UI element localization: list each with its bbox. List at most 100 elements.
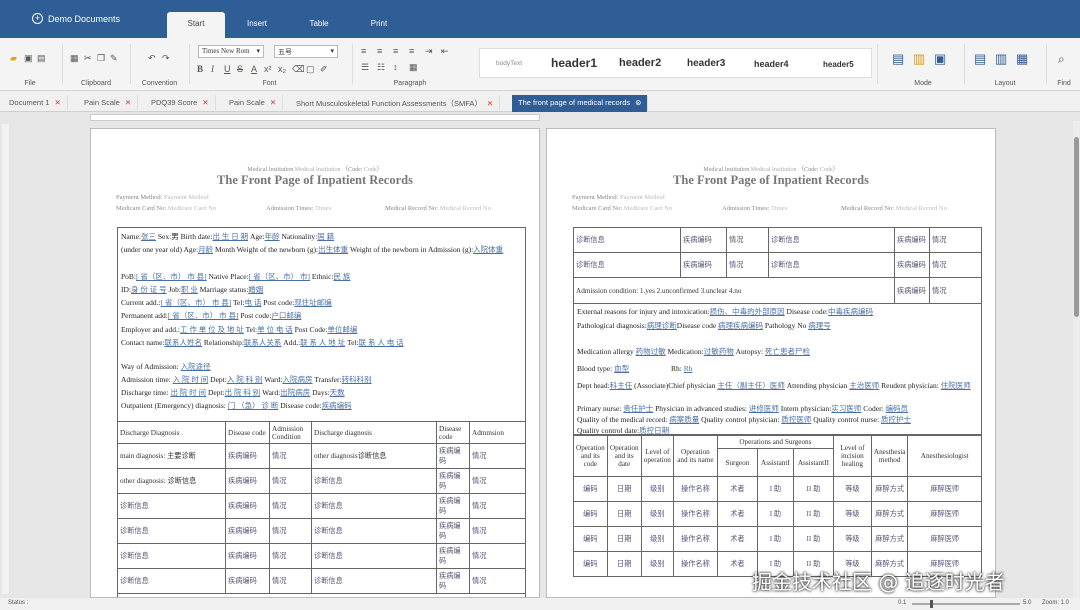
nationality-field[interactable]: 国 籍 [317,232,334,241]
doc-tab-pain-scale[interactable]: Pain Scale ✕ [78,95,139,112]
table-cell[interactable]: 诊断信息 [311,543,437,569]
table-cell[interactable]: 编码 [573,551,608,577]
pob-field[interactable]: [ 省（区、市） 市 县] [136,272,207,281]
underline-icon[interactable]: U [224,64,231,74]
table-cell[interactable]: II 助 [792,476,834,502]
zoom-slider-handle[interactable] [930,600,933,608]
table-cell[interactable]: 情况 [269,568,312,594]
native-field[interactable]: [ 省（区、市） 市] [249,272,310,281]
vertical-ruler[interactable] [2,124,9,594]
table-cell[interactable]: 疾病编码 [894,252,930,278]
ward-field[interactable]: 入院病房 [282,375,312,384]
italic-icon[interactable]: I [211,64,214,74]
table-cell[interactable]: 疾病编码 [436,493,470,519]
table-cell[interactable]: 疾病编码 [680,252,727,278]
table-cell[interactable]: 情况 [469,443,526,469]
table-cell[interactable]: 级别 [640,476,674,502]
external-reasons-field[interactable]: 损伤、中毒的外部原因 [710,307,785,316]
tab-print[interactable]: Print [350,12,408,38]
coder-field[interactable]: 编码员 [886,404,909,413]
table-cell[interactable]: II 助 [792,526,834,552]
resident-field[interactable]: 住院医师 [941,381,971,390]
table-cell[interactable]: 麻醉医师 [907,476,982,502]
table-cell[interactable]: 疾病编码 [436,568,470,594]
edit-mode-icon[interactable]: ▤ [892,51,904,67]
disease-code-field[interactable]: 中毒疾病编码 [828,307,873,316]
table-cell[interactable]: 诊断信息 [117,518,226,544]
rh-field[interactable]: Rh [684,364,693,373]
age-field[interactable]: 年龄 [265,232,280,241]
table-cell[interactable]: 诊断信息 [768,252,895,278]
table-cell[interactable]: 情况 [726,227,769,253]
table-cell[interactable]: 级别 [640,526,674,552]
relationship-field[interactable]: 联系人关系 [244,338,282,347]
align-left-icon[interactable]: ≡ [361,46,366,56]
table-cell[interactable]: 疾病编码 [680,227,727,253]
allergy-field[interactable]: 药物过敏 [636,347,666,356]
align-right-icon[interactable]: ≡ [393,46,398,56]
table-cell[interactable]: 级别 [640,501,674,527]
admission-time-field[interactable]: 入 院 时 间 [173,375,209,384]
table-cell[interactable]: I 助 [756,476,794,502]
table-cell[interactable]: 情况 [469,468,526,494]
table-cell[interactable]: 疾病编码 [436,543,470,569]
table-cell[interactable]: main diagnosis: 主要诊断 [117,443,226,469]
table-cell[interactable]: 术者 [716,476,758,502]
table-cell[interactable]: 疾病编码 [225,543,270,569]
table-cell[interactable]: 情况 [726,252,769,278]
doc-tab-pdq39[interactable]: PDQ39 Score ✕ [145,95,216,112]
table-cell[interactable]: 诊断信息 [311,468,437,494]
style-header2[interactable]: header2 [619,57,661,69]
intern-field[interactable]: 实习医师 [831,404,861,413]
superscript-icon[interactable]: x² [264,64,272,74]
medication-field[interactable]: 过敏药物 [704,347,734,356]
table-cell[interactable]: 情况 [469,543,526,569]
document-page-left[interactable]: Medical Institution Medical Institution … [90,128,540,598]
table-cell[interactable]: 麻醉医师 [907,501,982,527]
table-icon[interactable]: ▦ [409,62,418,73]
bold-icon[interactable]: B [197,64,203,74]
doc-tab-front-page[interactable]: The front page of medical records ⊗ [512,95,649,112]
single-page-icon[interactable]: ▤ [974,51,986,67]
style-bodytext[interactable]: bodyText [496,60,522,67]
table-cell[interactable]: 诊断信息 [311,568,437,594]
table-cell[interactable]: 日期 [606,526,642,552]
autopsy-field[interactable]: 死亡患者尸检 [765,347,810,356]
table-cell[interactable]: 术者 [716,501,758,527]
table-cell[interactable]: 情况 [929,227,982,253]
table-cell[interactable]: other diagnosis诊断信息 [311,443,437,469]
table-cell[interactable]: 诊断信息 [117,568,226,594]
table-cell[interactable]: 编码 [573,501,608,527]
table-cell[interactable]: 疾病编码 [225,568,270,594]
permanent-address-field[interactable]: [ 省（区、市） 市 县] [168,311,239,320]
table-cell[interactable]: 情况 [269,443,312,469]
search-icon[interactable]: ⌕ [1058,52,1065,67]
number-list-icon[interactable]: ☷ [377,62,385,73]
close-icon[interactable]: ✕ [54,98,60,107]
doc-tab-document1[interactable]: Document 1 ✕ [3,95,68,112]
document-page-right[interactable]: Medical Institution Medical Institution … [546,128,996,598]
table-cell[interactable]: 情况 [269,468,312,494]
tel-field[interactable]: 电 话 [245,298,262,307]
table-cell[interactable]: 诊断信息 [117,543,226,569]
table-cell[interactable]: 疾病编码 [436,518,470,544]
table-cell[interactable]: other diagnosis: 诊断信息 [117,468,226,494]
discharge-dept-field[interactable]: 出 院 科 别 [225,388,261,397]
horizontal-ruler[interactable] [90,114,540,121]
employer-tel-field[interactable]: 单 位 电 话 [257,325,293,334]
pathology-code-field[interactable]: 病理疾病编码 [718,321,763,330]
table-cell[interactable]: 诊断信息 [573,252,681,278]
table-cell[interactable]: 编码 [573,526,608,552]
style-header3[interactable]: header3 [687,58,725,69]
close-icon[interactable]: ⊗ [635,98,641,107]
line-spacing-icon[interactable]: ↕ [393,62,398,72]
qc-physician-field[interactable]: 质控医师 [781,415,811,424]
marriage-field[interactable]: 婚姻 [248,285,263,294]
table-cell[interactable]: 等级 [832,501,872,527]
cut-icon[interactable]: ✂ [84,53,92,64]
table-cell[interactable]: 疾病编码 [436,443,470,469]
table-cell[interactable]: 情况 [469,493,526,519]
admission-times-field[interactable]: Times [771,205,787,212]
admission-times-field[interactable]: Times [315,205,331,212]
table-cell[interactable]: 操作名称 [672,526,718,552]
